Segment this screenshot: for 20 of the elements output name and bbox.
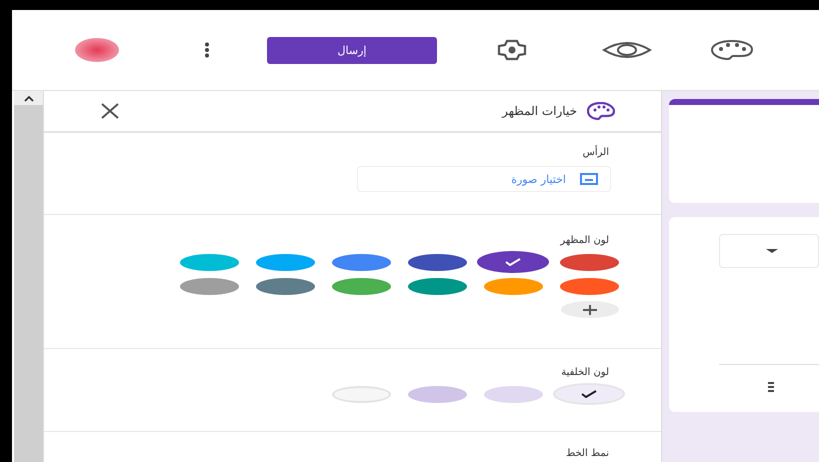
caret-icon (765, 248, 779, 254)
palette-icon[interactable] (710, 39, 754, 61)
settings-icon[interactable] (495, 38, 529, 62)
section-label: لون الخلفية (561, 367, 609, 378)
preview-icon[interactable] (602, 40, 652, 60)
section-label: نمط الخط (566, 448, 609, 459)
choose-image-button[interactable]: اختيار صورة (357, 166, 611, 192)
scrollbar[interactable] (14, 91, 44, 462)
send-button[interactable]: إرسال (267, 36, 437, 64)
avatar[interactable] (75, 38, 119, 62)
section-label: لون المظهر (560, 235, 609, 246)
palette-icon (587, 102, 615, 120)
scroll-up-icon[interactable] (22, 95, 35, 103)
close-icon[interactable] (100, 103, 120, 119)
more-icon[interactable] (204, 42, 210, 58)
panel-title: خيارات المظهر (502, 104, 577, 118)
plus-icon (582, 304, 598, 316)
drag-handle-icon[interactable] (767, 381, 775, 393)
image-icon (580, 173, 598, 185)
section-label: الرأس (582, 147, 609, 158)
